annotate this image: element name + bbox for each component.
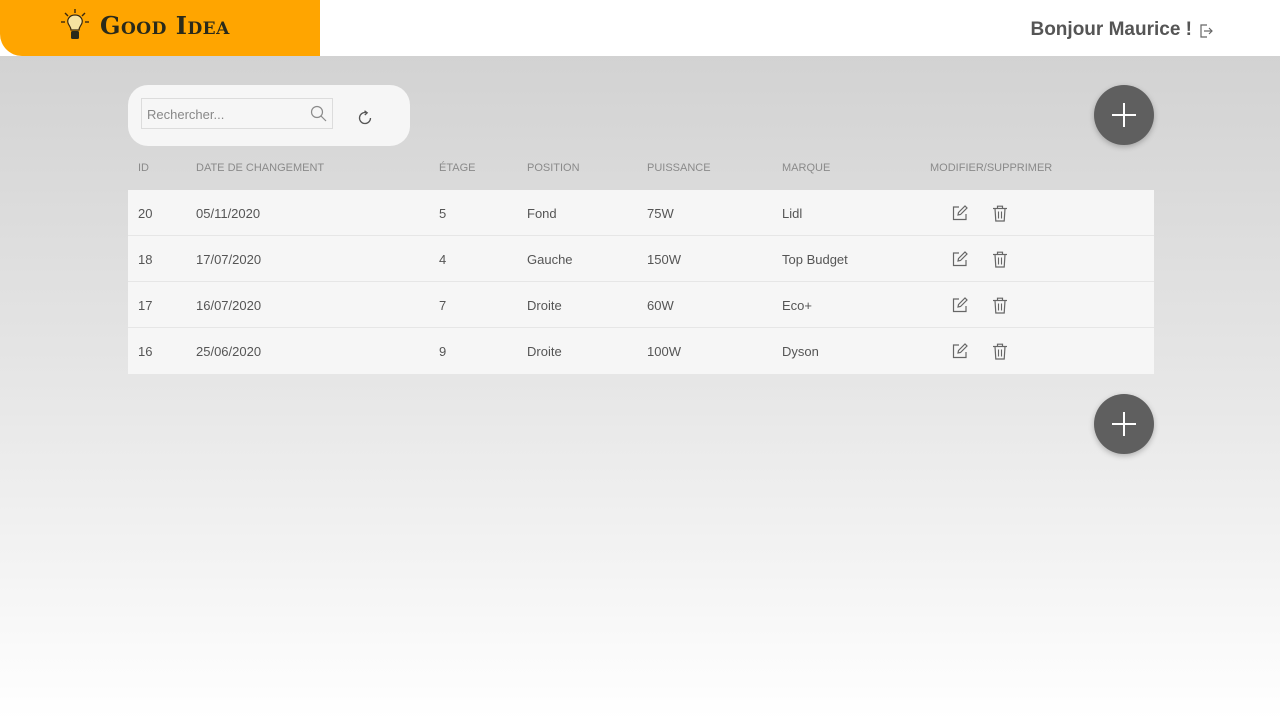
cell-marque: Eco+ bbox=[782, 298, 812, 313]
edit-icon[interactable] bbox=[952, 251, 968, 267]
cell-etage: 4 bbox=[439, 252, 447, 267]
cell-date: 16/07/2020 bbox=[196, 298, 262, 313]
refresh-icon[interactable] bbox=[357, 110, 373, 126]
trash-icon[interactable] bbox=[992, 205, 1008, 222]
add-button-bottom[interactable] bbox=[1094, 394, 1154, 454]
cell-position: Droite bbox=[527, 344, 562, 359]
table-body: 20 05/11/2020 5 Fond 75W Lidl 18 17/07/2… bbox=[128, 190, 1154, 374]
column-header-etage[interactable]: ÉTAGE bbox=[439, 162, 475, 174]
search-panel bbox=[128, 85, 410, 146]
cell-puissance: 100W bbox=[647, 344, 681, 359]
cell-etage: 9 bbox=[439, 344, 447, 359]
search-box bbox=[141, 98, 333, 129]
plus-icon bbox=[1112, 103, 1136, 127]
column-header-id[interactable]: ID bbox=[138, 162, 149, 174]
column-header-position[interactable]: POSITION bbox=[527, 162, 580, 174]
logo[interactable]: Good Idea bbox=[0, 0, 320, 56]
lightbulb-icon bbox=[61, 9, 89, 39]
cell-date: 17/07/2020 bbox=[196, 252, 262, 267]
edit-icon[interactable] bbox=[952, 297, 968, 313]
cell-puissance: 75W bbox=[647, 206, 674, 221]
cell-position: Gauche bbox=[527, 252, 573, 267]
add-button-top[interactable] bbox=[1094, 85, 1154, 145]
top-header: Good Idea Bonjour Maurice ! bbox=[0, 0, 1280, 56]
cell-etage: 5 bbox=[439, 206, 447, 221]
column-header-date[interactable]: DATE DE CHANGEMENT bbox=[196, 162, 324, 174]
cell-puissance: 60W bbox=[647, 298, 674, 313]
cell-marque: Top Budget bbox=[782, 252, 848, 267]
trash-icon[interactable] bbox=[992, 343, 1008, 360]
table-row[interactable]: 20 05/11/2020 5 Fond 75W Lidl bbox=[128, 190, 1154, 236]
table-row[interactable]: 16 25/06/2020 9 Droite 100W Dyson bbox=[128, 328, 1154, 374]
cell-id: 16 bbox=[138, 344, 153, 359]
edit-icon[interactable] bbox=[952, 343, 968, 359]
search-icon[interactable] bbox=[310, 105, 327, 122]
cell-date: 05/11/2020 bbox=[196, 206, 261, 221]
table-row[interactable]: 17 16/07/2020 7 Droite 60W Eco+ bbox=[128, 282, 1154, 328]
search-input[interactable] bbox=[147, 105, 302, 123]
cell-marque: Dyson bbox=[782, 344, 819, 359]
cell-date: 25/06/2020 bbox=[196, 344, 262, 359]
column-header-puissance[interactable]: PUISSANCE bbox=[647, 162, 711, 174]
cell-id: 20 bbox=[138, 206, 153, 221]
table-header: ID DATE DE CHANGEMENT ÉTAGE POSITION PUI… bbox=[128, 160, 1154, 180]
logo-text: Good Idea bbox=[100, 11, 230, 40]
plus-icon bbox=[1112, 412, 1136, 436]
cell-etage: 7 bbox=[439, 298, 447, 313]
column-header-marque[interactable]: MARQUE bbox=[782, 162, 830, 174]
cell-position: Droite bbox=[527, 298, 562, 313]
table-row[interactable]: 18 17/07/2020 4 Gauche 150W Top Budget bbox=[128, 236, 1154, 282]
cell-position: Fond bbox=[527, 206, 557, 221]
cell-marque: Lidl bbox=[782, 206, 803, 221]
cell-id: 17 bbox=[138, 298, 153, 313]
logout-icon[interactable] bbox=[1199, 24, 1213, 38]
trash-icon[interactable] bbox=[992, 297, 1008, 314]
trash-icon[interactable] bbox=[992, 251, 1008, 268]
edit-icon[interactable] bbox=[952, 205, 968, 221]
cell-puissance: 150W bbox=[647, 252, 681, 267]
cell-id: 18 bbox=[138, 252, 153, 267]
column-header-actions: MODIFIER/SUPPRIMER bbox=[930, 162, 1053, 174]
user-greeting: Bonjour Maurice ! bbox=[1030, 19, 1192, 40]
